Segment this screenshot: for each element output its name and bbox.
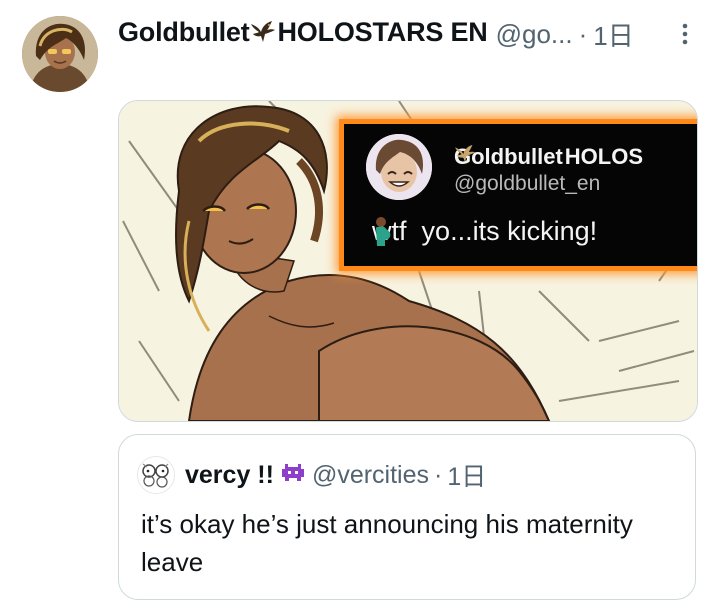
overlay-avatar [366, 134, 432, 200]
overlay-display-name: Goldbullet HOLOS [454, 144, 643, 169]
author-avatar[interactable] [22, 16, 98, 92]
overlay-tweet-text: wtf yo...its kicking! [372, 216, 598, 246]
quoted-author-name[interactable]: vercy !! [185, 461, 274, 490]
post-media-image[interactable]: Goldbullet HOLOS @goldbullet_en wtf yo...… [118, 100, 698, 422]
quoted-tweet[interactable]: vercy !! @vercities · 1日 it’s okay he’s … [118, 434, 696, 600]
post-time[interactable]: 1日 [593, 16, 633, 53]
post-header: Goldbullet HOLOSTARS EN @go... · 1日 [118, 14, 700, 54]
alien-monster-emoji [280, 462, 306, 489]
quoted-author-avatar[interactable] [137, 456, 175, 494]
quoted-author-handle[interactable]: @vercities [312, 461, 429, 490]
eagle-icon [250, 20, 276, 51]
author-handle[interactable]: @go... [496, 19, 573, 50]
quoted-tweet-header: vercy !! @vercities · 1日 [137, 456, 486, 494]
separator-dot: · [434, 460, 443, 489]
quoted-post-time[interactable]: 1日 [447, 457, 486, 493]
separator-dot: · [578, 18, 588, 49]
overlay-handle: @goldbullet_en [454, 172, 601, 195]
more-icon[interactable] [670, 18, 700, 50]
quoted-tweet-text: it’s okay he’s just announcing his mater… [141, 509, 633, 577]
author-display-name[interactable]: Goldbullet HOLOSTARS EN [118, 17, 488, 51]
embedded-tweet-screenshot: Goldbullet HOLOS @goldbullet_en wtf yo...… [339, 119, 697, 271]
